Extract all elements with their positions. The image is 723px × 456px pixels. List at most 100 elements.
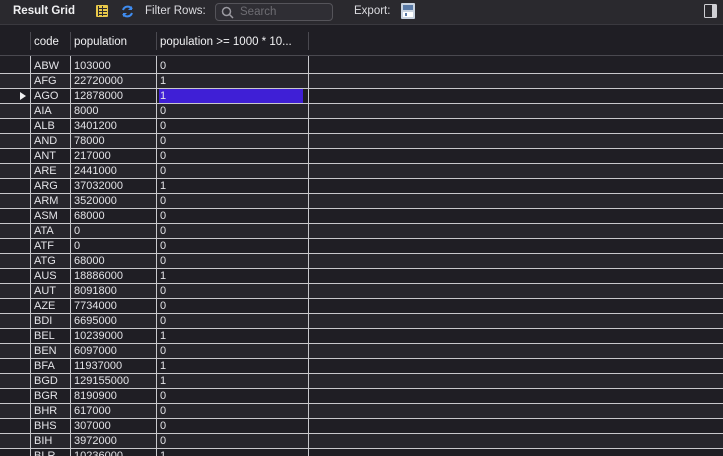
table-row[interactable]: BIH 3972000 0 <box>0 434 723 449</box>
cell-population[interactable]: 68000 <box>74 255 156 268</box>
cell-code[interactable]: ARM <box>34 195 70 208</box>
cell-population-check[interactable]: 0 <box>160 420 300 433</box>
cell-code[interactable]: AUS <box>34 270 70 283</box>
cell-code[interactable]: BIH <box>34 435 70 448</box>
table-row[interactable]: ARE 2441000 0 <box>0 164 723 179</box>
cell-code[interactable]: BGR <box>34 390 70 403</box>
cell-population[interactable]: 22720000 <box>74 75 156 88</box>
table-row[interactable]: AZE 7734000 0 <box>0 299 723 314</box>
table-row[interactable]: ATA 0 0 <box>0 224 723 239</box>
refresh-icon[interactable] <box>120 4 135 19</box>
table-row[interactable]: AIA 8000 0 <box>0 104 723 119</box>
cell-population-check[interactable]: 1 <box>160 330 300 343</box>
cell-population-check[interactable]: 0 <box>160 285 300 298</box>
cell-population-check[interactable]: 1 <box>160 450 300 456</box>
table-row[interactable]: BGR 8190900 0 <box>0 389 723 404</box>
cell-population[interactable]: 78000 <box>74 135 156 148</box>
cell-code[interactable]: ARG <box>34 180 70 193</box>
table-row[interactable]: BHR 617000 0 <box>0 404 723 419</box>
cell-population[interactable]: 0 <box>74 240 156 253</box>
export-file-icon[interactable] <box>399 2 417 20</box>
cell-population-check[interactable]: 0 <box>160 255 300 268</box>
cell-code[interactable]: ABW <box>34 60 70 73</box>
header-separator[interactable] <box>156 32 157 50</box>
table-row[interactable]: AGO 12878000 1 <box>0 89 723 104</box>
table-row[interactable]: AUS 18886000 1 <box>0 269 723 284</box>
cell-population[interactable]: 617000 <box>74 405 156 418</box>
cell-population[interactable]: 8190900 <box>74 390 156 403</box>
table-row[interactable]: BLR 10236000 1 <box>0 449 723 456</box>
cell-population-check[interactable]: 0 <box>160 165 300 178</box>
panel-toggle-icon[interactable] <box>704 4 717 18</box>
cell-population-check[interactable]: 0 <box>160 390 300 403</box>
cell-population[interactable]: 129155000 <box>74 375 156 388</box>
table-row[interactable]: AND 78000 0 <box>0 134 723 149</box>
cell-population-check[interactable]: 0 <box>160 435 300 448</box>
column-header-population[interactable]: population <box>74 36 156 48</box>
cell-code[interactable]: AZE <box>34 300 70 313</box>
cell-code[interactable]: BLR <box>34 450 70 456</box>
cell-population-check[interactable]: 0 <box>160 135 300 148</box>
cell-population-check[interactable]: 0 <box>160 300 300 313</box>
cell-population-check[interactable]: 0 <box>160 150 300 163</box>
cell-code[interactable]: BHS <box>34 420 70 433</box>
table-row[interactable]: BFA 11937000 1 <box>0 359 723 374</box>
cell-population[interactable]: 3401200 <box>74 120 156 133</box>
cell-population-check[interactable]: 0 <box>160 345 300 358</box>
table-row[interactable]: BGD 129155000 1 <box>0 374 723 389</box>
cell-code[interactable]: ATG <box>34 255 70 268</box>
cell-population-check[interactable]: 0 <box>160 225 300 238</box>
cell-population-check[interactable]: 0 <box>160 240 300 253</box>
cell-population[interactable]: 68000 <box>74 210 156 223</box>
cell-population[interactable]: 8091800 <box>74 285 156 298</box>
cell-population-check[interactable]: 1 <box>160 360 300 373</box>
cell-population[interactable]: 2441000 <box>74 165 156 178</box>
cell-population-check[interactable]: 0 <box>160 195 300 208</box>
cell-code[interactable]: BGD <box>34 375 70 388</box>
cell-population-check[interactable]: 0 <box>160 120 300 133</box>
cell-code[interactable]: AUT <box>34 285 70 298</box>
cell-code[interactable]: ATF <box>34 240 70 253</box>
header-separator[interactable] <box>308 32 309 50</box>
table-row[interactable]: ANT 217000 0 <box>0 149 723 164</box>
table-row[interactable]: BHS 307000 0 <box>0 419 723 434</box>
table-row[interactable]: AUT 8091800 0 <box>0 284 723 299</box>
table-row[interactable]: ATF 0 0 <box>0 239 723 254</box>
cell-code[interactable]: AFG <box>34 75 70 88</box>
cell-population-check[interactable]: 0 <box>160 210 300 223</box>
cell-code[interactable]: BEN <box>34 345 70 358</box>
cell-population[interactable]: 103000 <box>74 60 156 73</box>
cell-population-check[interactable]: 1 <box>160 90 300 103</box>
cell-population[interactable]: 307000 <box>74 420 156 433</box>
cell-population[interactable]: 11937000 <box>74 360 156 373</box>
cell-population[interactable]: 10239000 <box>74 330 156 343</box>
cell-code[interactable]: AIA <box>34 105 70 118</box>
cell-population[interactable]: 6097000 <box>74 345 156 358</box>
cell-population-check[interactable]: 1 <box>160 75 300 88</box>
table-row[interactable]: ATG 68000 0 <box>0 254 723 269</box>
cell-population-check[interactable]: 1 <box>160 375 300 388</box>
cell-code[interactable]: ALB <box>34 120 70 133</box>
cell-code[interactable]: ATA <box>34 225 70 238</box>
table-row[interactable]: BDI 6695000 0 <box>0 314 723 329</box>
cell-population[interactable]: 12878000 <box>74 90 156 103</box>
cell-code[interactable]: ARE <box>34 165 70 178</box>
cell-code[interactable]: BFA <box>34 360 70 373</box>
cell-population[interactable]: 8000 <box>74 105 156 118</box>
cell-population-check[interactable]: 1 <box>160 270 300 283</box>
table-row[interactable]: ABW 103000 0 <box>0 59 723 74</box>
cell-code[interactable]: ANT <box>34 150 70 163</box>
table-row[interactable]: ALB 3401200 0 <box>0 119 723 134</box>
cell-population-check[interactable]: 0 <box>160 315 300 328</box>
cell-population-check[interactable]: 0 <box>160 105 300 118</box>
cell-population[interactable]: 6695000 <box>74 315 156 328</box>
cell-population-check[interactable]: 0 <box>160 60 300 73</box>
column-header-population-check[interactable]: population >= 1000 * 10... <box>160 36 306 48</box>
header-separator[interactable] <box>70 32 71 50</box>
cell-code[interactable]: BDI <box>34 315 70 328</box>
table-row[interactable]: BEN 6097000 0 <box>0 344 723 359</box>
cell-population[interactable]: 3972000 <box>74 435 156 448</box>
cell-code[interactable]: ASM <box>34 210 70 223</box>
table-row[interactable]: AFG 22720000 1 <box>0 74 723 89</box>
table-row[interactable]: ARG 37032000 1 <box>0 179 723 194</box>
